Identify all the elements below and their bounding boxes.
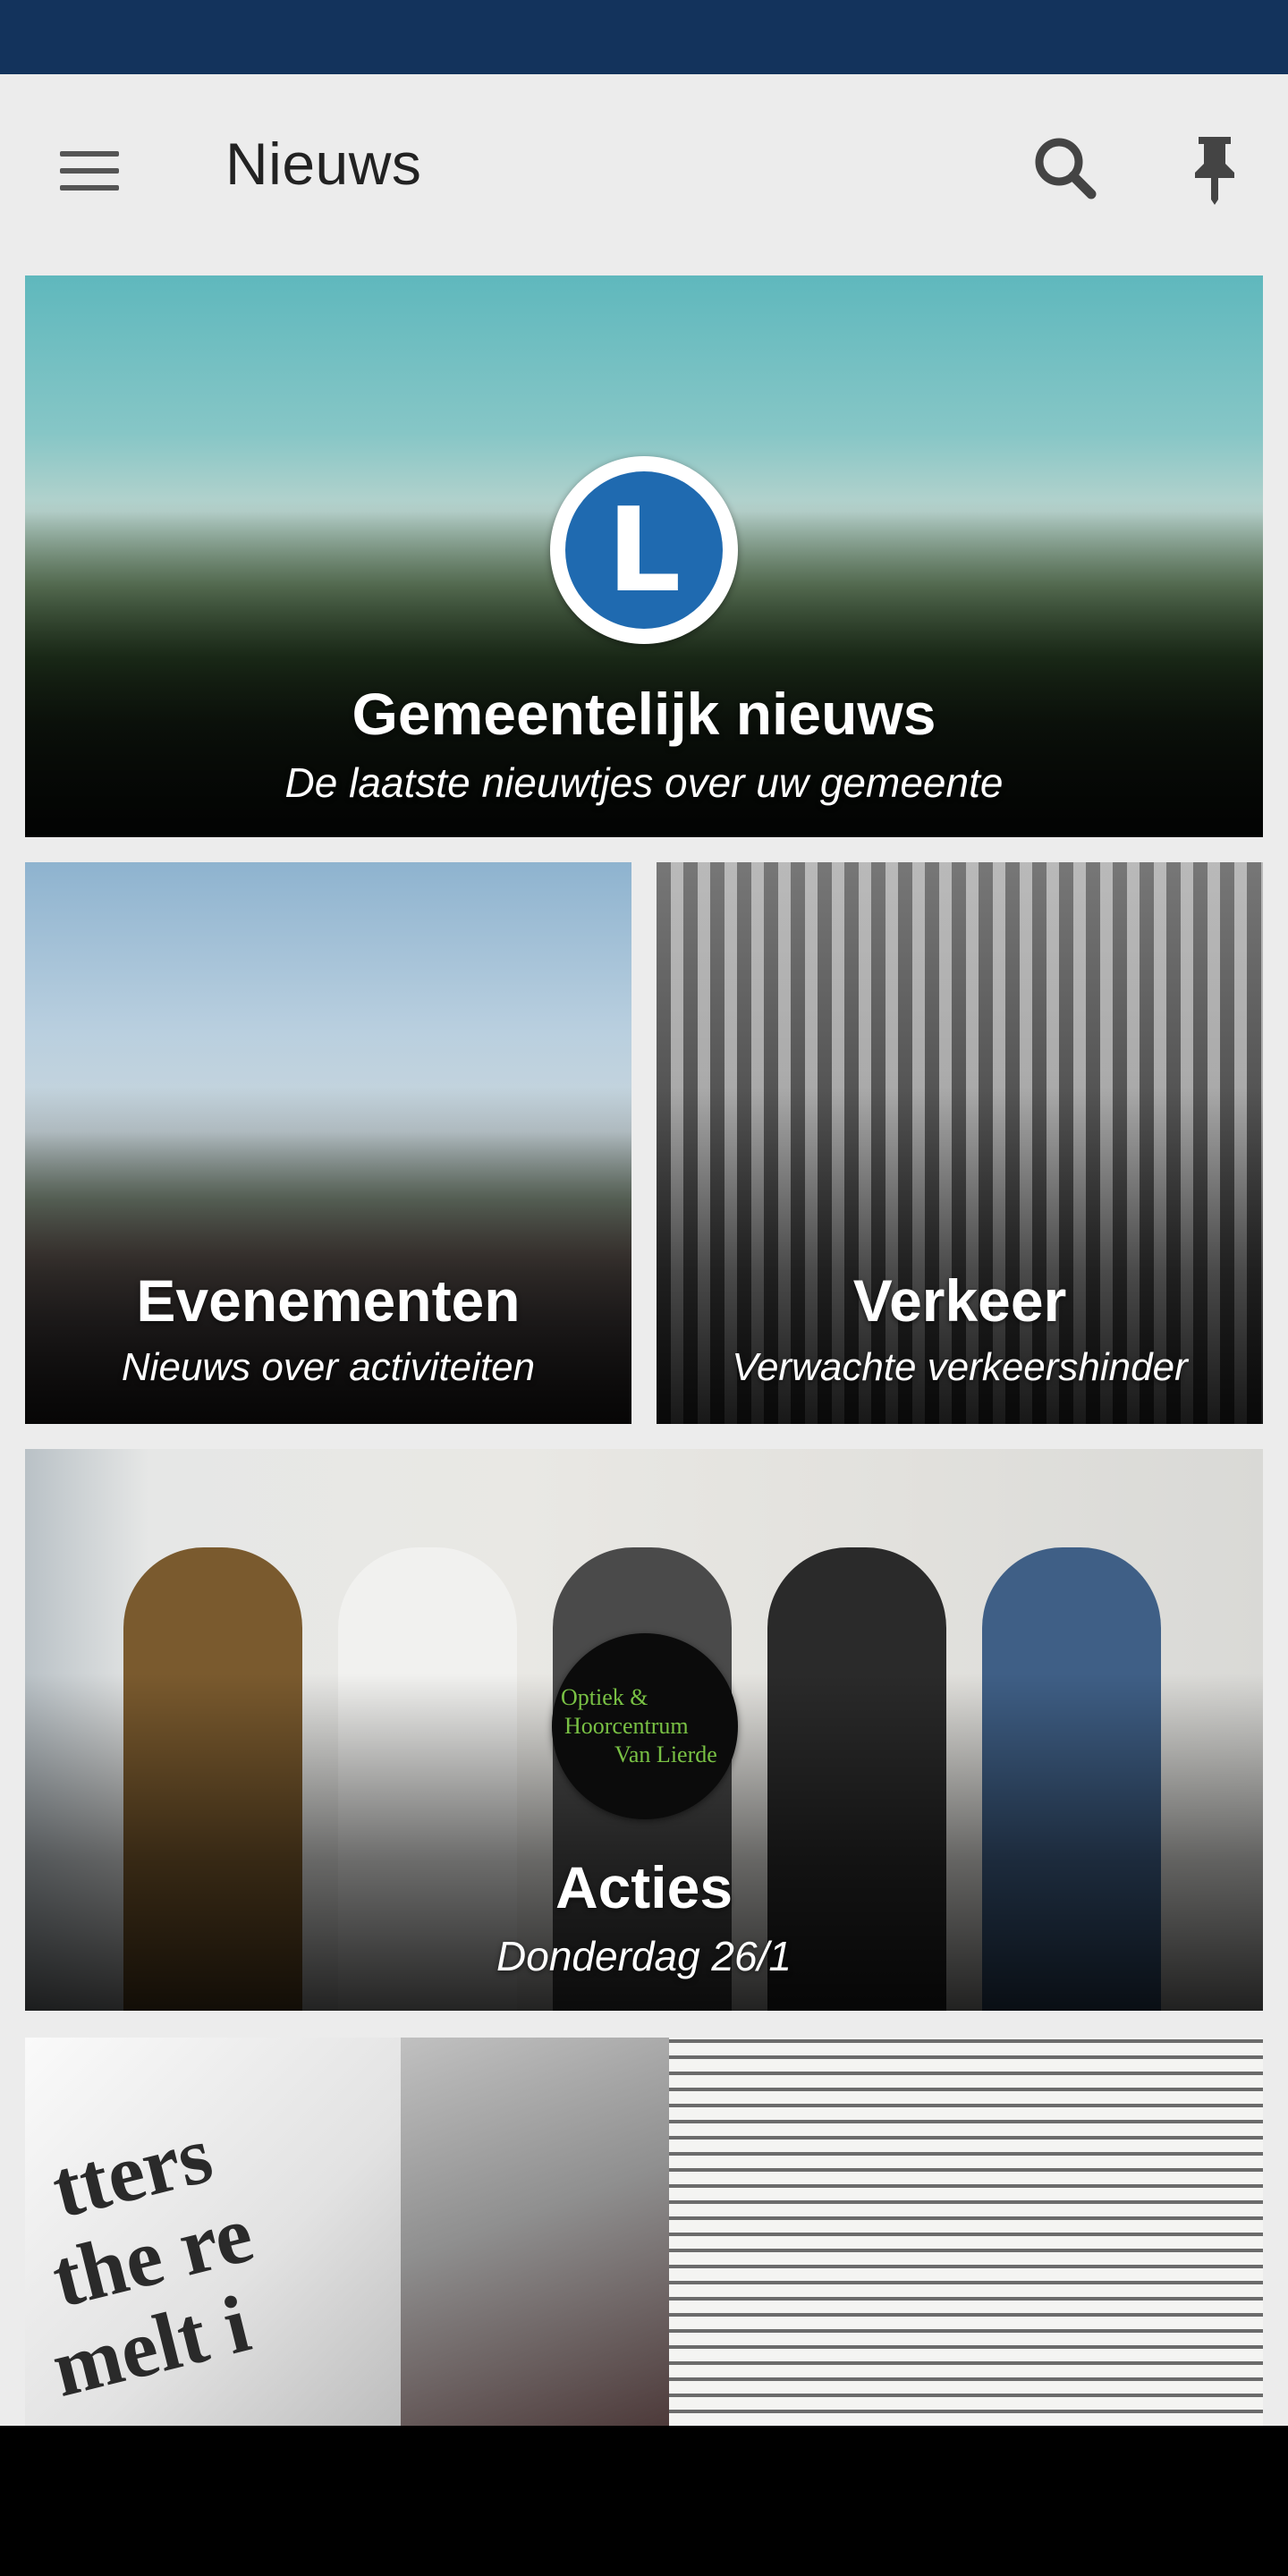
logo-line: Hoorcentrum bbox=[564, 1713, 689, 1739]
card-title: Acties bbox=[555, 1854, 733, 1920]
menu-button[interactable] bbox=[47, 128, 132, 214]
logo-letter: L bbox=[606, 482, 682, 618]
card-subtitle: Donderdag 26/1 bbox=[496, 1933, 792, 1979]
pushpin-icon bbox=[1195, 137, 1234, 205]
card-subtitle: Nieuws over activiteiten bbox=[121, 1345, 536, 1389]
page-title: Nieuws bbox=[225, 131, 422, 197]
hamburger-menu-icon bbox=[60, 151, 119, 191]
card-newspapers[interactable]: tters the re melt i bbox=[25, 2038, 1263, 2426]
status-bar bbox=[0, 0, 1288, 74]
card-gemeentelijk-nieuws[interactable]: L Gemeentelijk nieuws De laatste nieuwtj… bbox=[25, 275, 1263, 837]
optiek-hoorcentrum-logo: Optiek & Hoorcentrum Van Lierde bbox=[552, 1633, 738, 1819]
card-subtitle: De laatste nieuwtjes over uw gemeente bbox=[284, 759, 1004, 806]
municipality-logo: L bbox=[550, 456, 738, 644]
logo-line: Van Lierde bbox=[614, 1741, 717, 1767]
card-acties[interactable]: Optiek & Hoorcentrum Van Lierde Acties D… bbox=[25, 1449, 1263, 2011]
search-icon bbox=[1035, 138, 1097, 199]
card-verkeer[interactable]: Verkeer Verwachte verkeershinder bbox=[657, 862, 1263, 1424]
newspaper-page: tters the re melt i bbox=[25, 2038, 401, 2426]
card-subtitle: Verwachte verkeershinder bbox=[732, 1345, 1188, 1389]
card-title: Verkeer bbox=[852, 1267, 1067, 1334]
card-title: Gemeentelijk nieuws bbox=[352, 681, 936, 747]
logo-line: Optiek & bbox=[561, 1684, 648, 1710]
card-title: Evenementen bbox=[136, 1267, 521, 1334]
navigation-bar bbox=[0, 2426, 1288, 2576]
app-bar: Nieuws bbox=[0, 74, 1288, 253]
search-button[interactable] bbox=[1021, 124, 1107, 210]
pin-button[interactable] bbox=[1172, 124, 1258, 210]
card-evenementen[interactable]: Evenementen Nieuws over activiteiten bbox=[25, 862, 631, 1424]
